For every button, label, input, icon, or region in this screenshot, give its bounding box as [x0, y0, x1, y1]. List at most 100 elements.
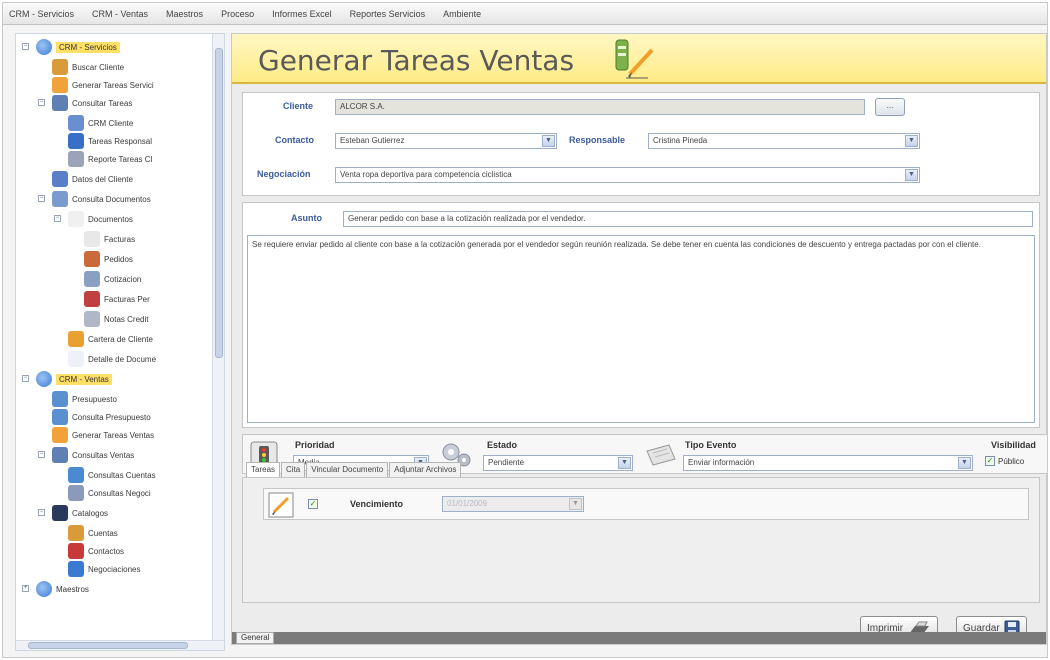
tree-item[interactable]: Datos del Cliente: [52, 170, 133, 188]
tree-item-label: Consultas Cuentas: [88, 470, 156, 480]
menu-proceso[interactable]: Proceso: [221, 9, 254, 19]
task-tabs: Tareas Cita Vincular Documento Adjuntar …: [246, 462, 462, 477]
tree-item[interactable]: Pedidos: [84, 250, 133, 268]
menu-bar: CRM - Servicios CRM - Ventas Maestros Pr…: [3, 3, 1047, 25]
tree-item[interactable]: Generar Tareas Ventas: [52, 426, 154, 444]
tree-item-label: Documentos: [88, 214, 133, 224]
collapse-icon[interactable]: −: [54, 215, 61, 222]
chevron-down-icon[interactable]: ▼: [905, 169, 918, 181]
tree-item[interactable]: − CRM - Servicios: [22, 38, 120, 56]
tree-item-label: Negociaciones: [88, 564, 141, 574]
tree-horizontal-scrollbar[interactable]: [16, 640, 224, 650]
pencil-icon: [268, 492, 294, 518]
tree-item[interactable]: Tareas Responsal: [68, 132, 152, 150]
tree-vertical-scrollbar[interactable]: [212, 34, 224, 650]
order-icon: [84, 251, 100, 267]
tree-item-label: Cotizacion: [104, 274, 142, 284]
tree-item[interactable]: CRM Cliente: [68, 114, 133, 132]
estado-select[interactable]: Pendiente ▼: [483, 455, 633, 471]
tree-item-label: Consulta Documentos: [72, 194, 151, 204]
tree-item[interactable]: − Consultas Ventas: [38, 446, 134, 464]
budget-query-icon: [52, 409, 68, 425]
tree-item[interactable]: Cartera de Cliente: [68, 330, 153, 348]
collapse-icon[interactable]: −: [38, 195, 45, 202]
tree-item[interactable]: Contactos: [68, 542, 124, 560]
asunto-field[interactable]: Generar pedido con base a la cotización …: [343, 211, 1033, 227]
tree-item[interactable]: − Documentos: [54, 210, 133, 228]
publico-checkbox[interactable]: ✓ Público: [985, 456, 1024, 466]
menu-informes-excel[interactable]: Informes Excel: [272, 9, 332, 19]
chevron-down-icon[interactable]: ▼: [958, 457, 971, 469]
tab-adjuntar-archivos[interactable]: Adjuntar Archivos: [389, 462, 462, 477]
tree-item[interactable]: Presupuesto: [52, 390, 117, 408]
collapse-icon[interactable]: −: [38, 451, 45, 458]
tree-item[interactable]: − Consulta Documentos: [38, 190, 151, 208]
pencil-icon: [52, 427, 68, 443]
browse-client-button[interactable]: ...: [875, 98, 905, 116]
tree-item[interactable]: Cotizacion: [84, 270, 141, 288]
description-textarea[interactable]: Se requiere enviar pedido al cliente con…: [247, 235, 1035, 423]
tree-item[interactable]: + Maestros: [22, 580, 89, 598]
tree-item[interactable]: Reporte Tareas Cl: [68, 150, 152, 168]
contacts-icon: [68, 543, 84, 559]
chevron-down-icon[interactable]: ▼: [542, 135, 555, 147]
menu-ambiente[interactable]: Ambiente: [443, 9, 481, 19]
tree-item[interactable]: Buscar Cliente: [52, 58, 124, 76]
scrollbar-thumb[interactable]: [28, 642, 188, 649]
tree-item[interactable]: − Consultar Tareas: [38, 94, 132, 112]
tree-item-label: CRM Cliente: [88, 118, 134, 128]
negociacion-select[interactable]: Venta ropa deportiva para competencia ci…: [335, 167, 920, 183]
vencimiento-date[interactable]: 01/01/2009 ▼: [442, 496, 584, 512]
scrollbar-thumb[interactable]: [215, 48, 223, 358]
contacto-select[interactable]: Esteban Gutierrez ▼: [335, 133, 557, 149]
catalog-icon: [52, 505, 68, 521]
menu-reportes-servicios[interactable]: Reportes Servicios: [350, 9, 426, 19]
tree-item-label: Buscar Cliente: [72, 62, 125, 72]
tab-vincular-documento[interactable]: Vincular Documento: [306, 462, 389, 477]
tree-item[interactable]: − CRM - Ventas: [22, 370, 112, 388]
tab-tareas[interactable]: Tareas: [246, 462, 281, 477]
search-client-icon: [52, 59, 68, 75]
menu-crm-servicios[interactable]: CRM - Servicios: [9, 9, 74, 19]
tree-item-label: CRM - Ventas: [56, 373, 112, 385]
menu-maestros[interactable]: Maestros: [166, 9, 203, 19]
doc-detail-icon: [68, 351, 84, 367]
tree-item-label: Datos del Cliente: [72, 174, 133, 184]
expand-icon[interactable]: +: [22, 585, 29, 592]
tree-item[interactable]: − Catalogos: [38, 504, 108, 522]
checkbox-checked-icon[interactable]: ✓: [985, 456, 995, 466]
collapse-icon[interactable]: −: [38, 509, 45, 516]
tree-item[interactable]: Facturas Per: [84, 290, 150, 308]
chevron-down-icon[interactable]: ▼: [905, 135, 918, 147]
chevron-down-icon[interactable]: ▼: [569, 498, 582, 510]
tree-item[interactable]: Detalle de Docume: [68, 350, 156, 368]
tree-item[interactable]: Facturas: [84, 230, 135, 248]
menu-crm-ventas[interactable]: CRM - Ventas: [92, 9, 148, 19]
tree-item[interactable]: Cuentas: [68, 524, 118, 542]
tree-item[interactable]: Consultas Negoci: [68, 484, 151, 502]
chevron-down-icon[interactable]: ▼: [618, 457, 631, 469]
navigation-tree: − CRM - Servicios Buscar Cliente Generar Ta…: [15, 33, 225, 651]
collapse-icon[interactable]: −: [22, 375, 29, 382]
collapse-icon[interactable]: −: [38, 99, 45, 106]
masters-icon: [36, 581, 52, 597]
cliente-field[interactable]: ALCOR S.A.: [335, 99, 865, 115]
tab-cita[interactable]: Cita: [281, 462, 306, 477]
responsable-select[interactable]: Cristina Pineda ▼: [648, 133, 920, 149]
tree-item[interactable]: Consulta Presupuesto: [52, 408, 151, 426]
tree-item[interactable]: Consultas Cuentas: [68, 466, 156, 484]
tree-item-label: Notas Credit: [104, 314, 149, 324]
vencimiento-value: 01/01/2009: [447, 499, 488, 508]
collapse-icon[interactable]: −: [22, 43, 29, 50]
tree-item[interactable]: Notas Credit: [84, 310, 148, 328]
contacto-label: Contacto: [275, 135, 314, 145]
invoice-icon: [84, 231, 100, 247]
tree-item[interactable]: Negociaciones: [68, 560, 140, 578]
main-panel: Generar Tareas Ventas Cliente ALCOR S.A.…: [231, 33, 1047, 645]
tree-item-label: Pedidos: [104, 254, 133, 264]
application-window: CRM - Servicios CRM - Ventas Maestros Pr…: [2, 2, 1048, 658]
tipo-evento-select[interactable]: Enviar información ▼: [683, 455, 973, 471]
tree-item[interactable]: Generar Tareas Servici: [52, 76, 154, 94]
tab-general[interactable]: General: [236, 632, 275, 644]
task-enabled-checkbox[interactable]: ✓: [308, 499, 318, 509]
